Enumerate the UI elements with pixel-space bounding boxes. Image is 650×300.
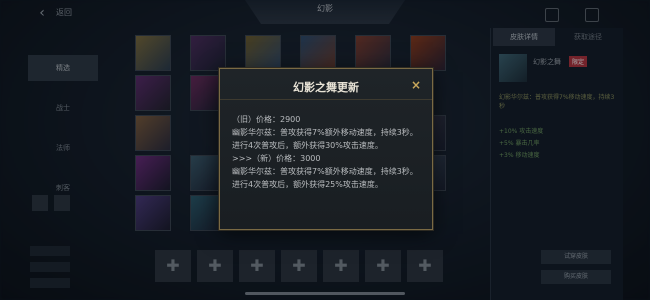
close-icon[interactable]: × bbox=[411, 79, 421, 91]
new-price: >>>（新）价格：3000 bbox=[232, 154, 321, 163]
dialog-title: 幻影之舞更新 bbox=[293, 81, 359, 94]
dialog-body: （旧）价格：2900 幽影华尔兹：普攻获得7%额外移动速度，持续3秒。进行4次普… bbox=[232, 113, 424, 191]
new-description: 幽影华尔兹：普攻获得7%额外移动速度，持续3秒。进行4次普攻后，额外获得25%攻… bbox=[232, 167, 418, 189]
divider bbox=[220, 99, 432, 100]
old-price: （旧）价格：2900 bbox=[232, 115, 301, 124]
update-dialog: 幻影之舞更新 × （旧）价格：2900 幽影华尔兹：普攻获得7%额外移动速度，持… bbox=[219, 68, 433, 230]
old-description: 幽影华尔兹：普攻获得7%额外移动速度，持续3秒。进行4次普攻后，额外获得30%攻… bbox=[232, 128, 418, 150]
